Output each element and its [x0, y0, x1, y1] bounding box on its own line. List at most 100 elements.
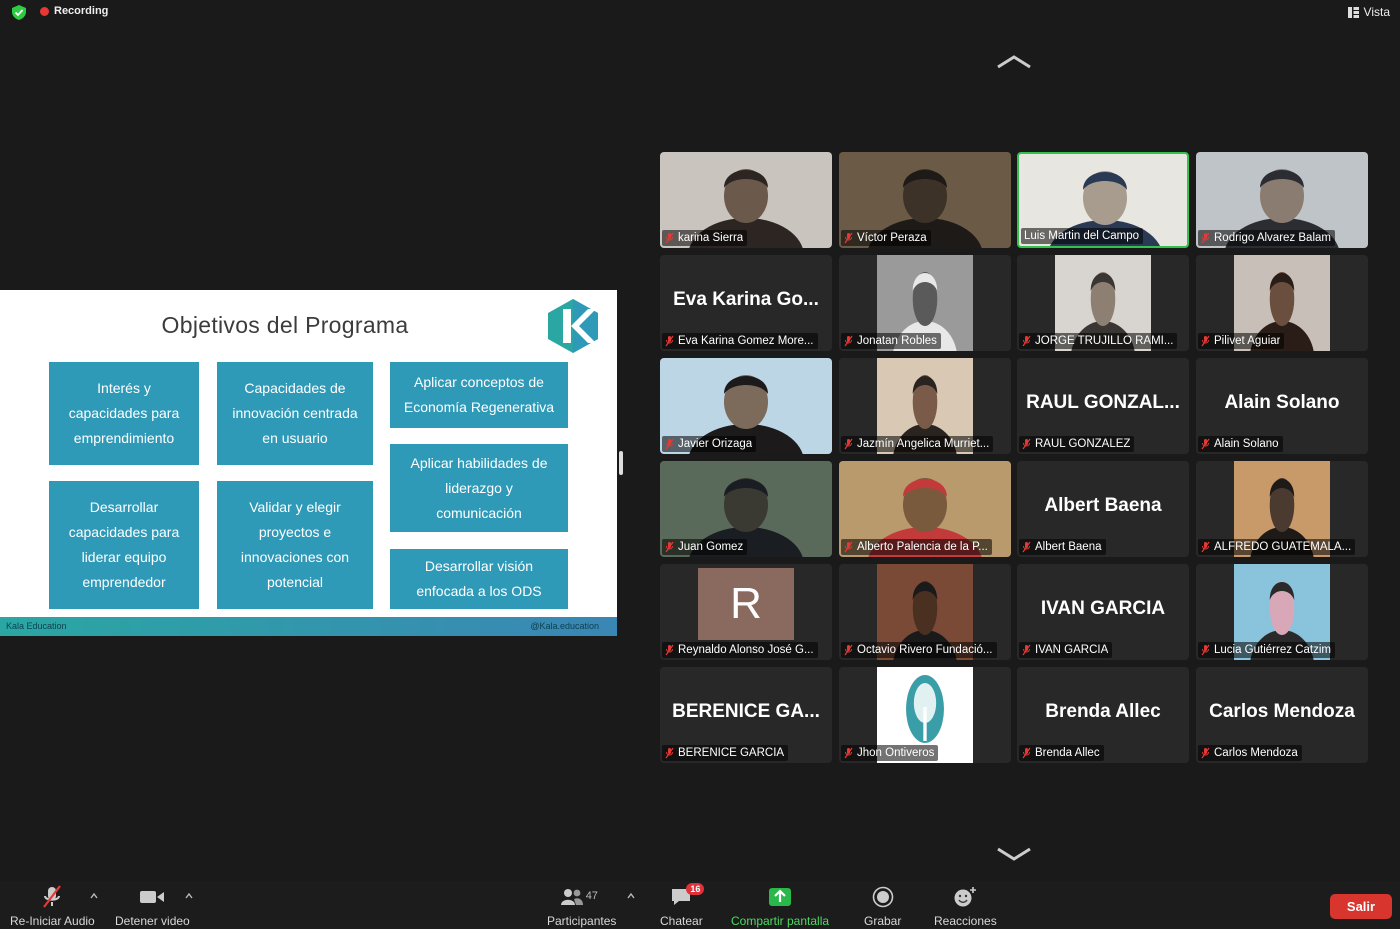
participant-tile[interactable]: Octavio Rivero Fundació...: [839, 564, 1011, 660]
participant-name: Octavio Rivero Fundació...: [857, 644, 993, 656]
participant-tile[interactable]: IVAN GARCIA IVAN GARCIA: [1017, 564, 1189, 660]
participant-tile[interactable]: Albert Baena Albert Baena: [1017, 461, 1189, 557]
participant-tile[interactable]: Luis Martin del Campo: [1017, 152, 1189, 248]
muted-mic-icon: [844, 541, 853, 553]
participant-tile[interactable]: Rodrigo Alvarez Balam: [1196, 152, 1368, 248]
participant-display-name: BERENICE GA...: [672, 701, 820, 722]
participant-name-label: Reynaldo Alonso José G...: [662, 642, 818, 658]
next-page-chevron-down-icon[interactable]: [996, 846, 1032, 862]
muted-mic-icon: [1022, 438, 1031, 450]
muted-mic-icon: [665, 438, 674, 450]
participant-tile[interactable]: Lucia Gutiérrez Catzim: [1196, 564, 1368, 660]
participant-tile[interactable]: Jonatan Robles: [839, 255, 1011, 351]
share-screen-button[interactable]: Compartir pantalla: [731, 885, 829, 928]
participant-name: Brenda Allec: [1035, 747, 1100, 759]
participant-name-label: ALFREDO GUATEMALA...: [1198, 539, 1356, 555]
participant-name-label: Jhon Ontiveros: [841, 745, 939, 761]
chat-button[interactable]: 16 Chatear: [660, 883, 705, 928]
participant-name-label: Víctor Peraza: [841, 230, 931, 246]
reactions-button[interactable]: Reacciones: [934, 885, 997, 928]
participant-name-label: Jonatan Robles: [841, 333, 941, 349]
kala-logo-icon: [548, 299, 598, 353]
stop-video-button[interactable]: Detener video: [115, 885, 190, 928]
participant-name: JORGE TRUJILLO RAMI...: [1035, 335, 1174, 347]
muted-mic-icon: [844, 232, 853, 244]
recording-dot-icon: [40, 6, 49, 16]
record-icon: [872, 886, 893, 908]
muted-mic-icon: [665, 232, 674, 244]
participant-tile[interactable]: JORGE TRUJILLO RAMI...: [1017, 255, 1189, 351]
participant-name: IVAN GARCIA: [1035, 644, 1109, 656]
participant-name-label: Octavio Rivero Fundació...: [841, 642, 997, 658]
participant-tile[interactable]: Víctor Peraza: [839, 152, 1011, 248]
audio-options-caret-icon[interactable]: [90, 893, 98, 899]
participant-name-label: Brenda Allec: [1019, 745, 1104, 761]
participant-name-label: Luis Martin del Campo: [1021, 228, 1144, 244]
participant-tile[interactable]: BERENICE GA... BERENICE GARCIA: [660, 667, 832, 763]
footer-handle: @Kala.education: [530, 621, 599, 631]
recording-indicator[interactable]: Recording: [40, 5, 108, 17]
participant-name-label: Juan Gomez: [662, 539, 748, 555]
participant-name: Pilivet Aguiar: [1214, 335, 1281, 347]
view-label: Vista: [1363, 5, 1390, 19]
restart-audio-button[interactable]: Re-Iniciar Audio: [10, 885, 95, 928]
participant-name-label: Eva Karina Gomez More...: [662, 333, 818, 349]
video-label: Detener video: [115, 914, 190, 928]
participant-tile[interactable]: Carlos Mendoza Carlos Mendoza: [1196, 667, 1368, 763]
participant-name-label: karina Sierra: [662, 230, 748, 246]
participant-tile[interactable]: Brenda Allec Brenda Allec: [1017, 667, 1189, 763]
participant-tile[interactable]: RAUL GONZAL... RAUL GONZALEZ: [1017, 358, 1189, 454]
chat-label: Chatear: [660, 914, 703, 928]
record-button[interactable]: Grabar: [864, 885, 901, 928]
participant-tile[interactable]: Pilivet Aguiar: [1196, 255, 1368, 351]
view-button[interactable]: Vista: [1347, 5, 1390, 19]
muted-mic-icon: [1201, 438, 1210, 450]
share-screen-arrow-icon: [769, 888, 792, 906]
participant-name: Alberto Palencia de la P...: [857, 541, 988, 553]
objective-box: Interés y capacidades para emprendimient…: [49, 362, 199, 465]
objective-box: Desarrollar capacidades para liderar equ…: [49, 481, 199, 609]
participant-name: Jhon Ontiveros: [857, 747, 935, 759]
participant-display-name: Brenda Allec: [1045, 701, 1161, 722]
participant-display-name: Alain Solano: [1224, 392, 1340, 413]
leave-meeting-button[interactable]: Salir: [1330, 894, 1392, 919]
participant-tile[interactable]: Eva Karina Go... Eva Karina Gomez More...: [660, 255, 832, 351]
muted-mic-icon: [1201, 541, 1210, 553]
participants-options-caret-icon[interactable]: [627, 893, 635, 899]
participant-tile[interactable]: R Reynaldo Alonso José G...: [660, 564, 832, 660]
previous-page-chevron-up-icon[interactable]: [996, 54, 1032, 70]
participant-name: Lucia Gutiérrez Catzim: [1214, 644, 1331, 656]
participant-name-label: Alberto Palencia de la P...: [841, 539, 992, 555]
objective-box: Aplicar conceptos de Economía Regenerati…: [390, 362, 568, 428]
participant-name: Víctor Peraza: [857, 232, 927, 244]
muted-mic-icon: [1022, 644, 1031, 656]
muted-mic-icon: [665, 644, 674, 656]
participant-tile[interactable]: Javier Orizaga: [660, 358, 832, 454]
record-label: Grabar: [864, 914, 902, 928]
participant-name: Jazmín Angelica Murriet...: [857, 438, 990, 450]
objective-box: Validar y elegir proyectos e innovacione…: [217, 481, 373, 609]
participant-tile[interactable]: Jazmín Angelica Murriet...: [839, 358, 1011, 454]
participant-tile[interactable]: ALFREDO GUATEMALA...: [1196, 461, 1368, 557]
participant-name: Eva Karina Gomez More...: [678, 335, 814, 347]
muted-microphone-icon: [43, 885, 62, 908]
meeting-toolbar: Re-Iniciar Audio Detener video 47 Partic…: [0, 881, 1400, 929]
muted-mic-icon: [844, 438, 853, 450]
participant-tile[interactable]: Jhon Ontiveros: [839, 667, 1011, 763]
participant-tile[interactable]: Alberto Palencia de la P...: [839, 461, 1011, 557]
video-options-caret-icon[interactable]: [185, 893, 193, 899]
split-view-divider-handle[interactable]: [619, 451, 623, 475]
participant-tile[interactable]: Alain Solano Alain Solano: [1196, 358, 1368, 454]
participant-name: Juan Gomez: [678, 541, 744, 553]
participant-name: Javier Orizaga: [678, 438, 753, 450]
video-camera-icon: [140, 891, 165, 903]
objective-box: Desarrollar visión enfocada a los ODS: [390, 549, 568, 609]
participant-name-label: RAUL GONZALEZ: [1019, 436, 1135, 452]
participant-tile[interactable]: karina Sierra: [660, 152, 832, 248]
audio-label: Re-Iniciar Audio: [10, 914, 95, 928]
reactions-label: Reacciones: [934, 914, 997, 928]
objective-box: Aplicar habilidades de liderazgo y comun…: [390, 444, 568, 532]
security-shield-icon[interactable]: [12, 5, 26, 20]
participants-button[interactable]: 47 Participantes: [547, 885, 616, 928]
participant-tile[interactable]: Juan Gomez: [660, 461, 832, 557]
